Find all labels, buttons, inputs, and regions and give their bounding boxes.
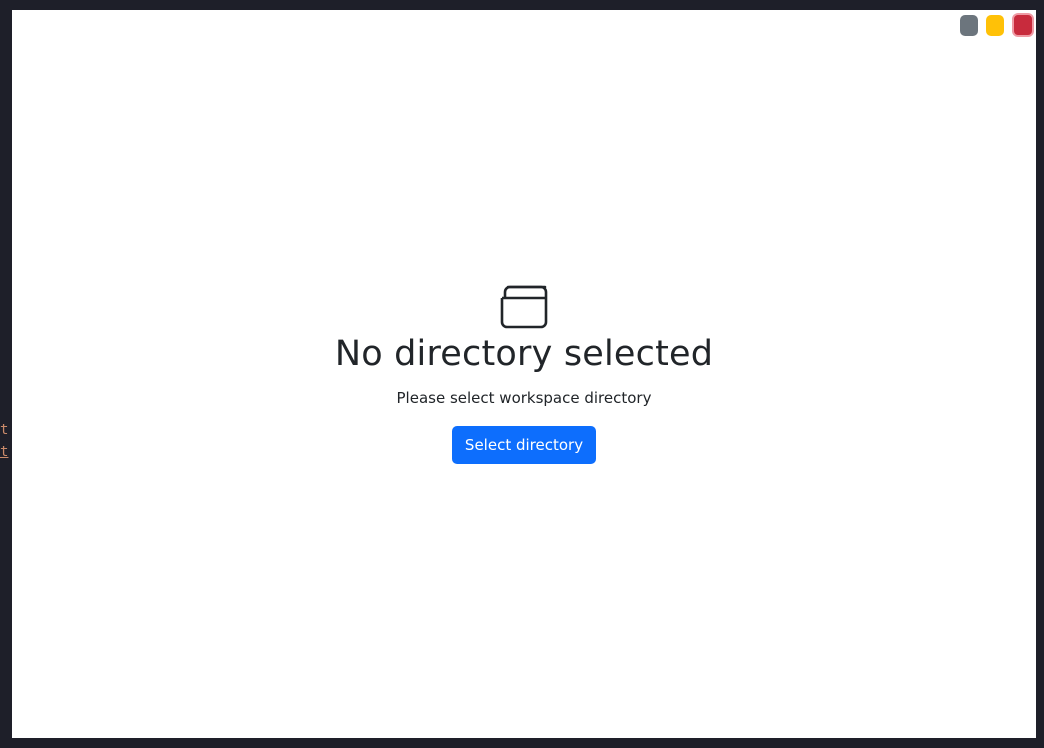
close-button[interactable] xyxy=(1012,13,1034,37)
empty-state-title: No directory selected xyxy=(334,334,714,374)
empty-state: No directory selected Please select work… xyxy=(12,284,1036,464)
background-editor-text: t t xyxy=(0,419,8,463)
empty-state-subtitle: Please select workspace directory xyxy=(396,389,652,407)
background-code-line: t xyxy=(0,422,9,438)
window-controls xyxy=(960,13,1034,37)
maximize-button[interactable] xyxy=(986,15,1004,36)
app-window: No directory selected Please select work… xyxy=(12,10,1036,738)
folder-icon xyxy=(500,285,548,329)
select-directory-button[interactable]: Select directory xyxy=(451,426,597,464)
minimize-button[interactable] xyxy=(960,15,978,36)
background-code-line: t xyxy=(0,444,9,460)
